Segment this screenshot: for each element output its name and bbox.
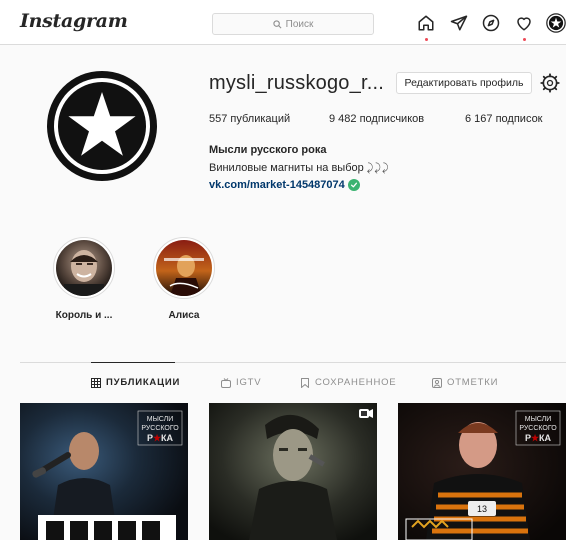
svg-text:РУССКОГО: РУССКОГО — [519, 425, 557, 432]
profile-link[interactable]: vk.com/market-145487074 — [209, 179, 360, 191]
posts-count-stat: 557 публикаций — [209, 113, 290, 125]
top-nav-bar: Instagram Поиск — [0, 0, 566, 45]
tagged-user-icon — [432, 377, 442, 388]
post-thumbnail[interactable] — [209, 403, 377, 540]
bookmark-icon — [301, 377, 309, 388]
active-tab-indicator — [91, 362, 175, 363]
tab-igtv-label: IGTV — [236, 377, 262, 388]
highlight-cover-ring — [153, 237, 215, 299]
following-stat[interactable]: 6 167 подписок — [465, 113, 543, 125]
highlight-cover-image — [56, 240, 112, 296]
svg-text:МЫСЛИ: МЫСЛИ — [525, 416, 551, 423]
profile-link-text[interactable]: vk.com/market-145487074 — [209, 179, 345, 191]
tab-posts-label: ПУБЛИКАЦИИ — [106, 377, 181, 388]
following-count: 6 167 — [465, 113, 493, 125]
story-highlight[interactable]: Король и ... — [51, 237, 117, 321]
explore-icon[interactable] — [481, 13, 501, 33]
highlight-label: Алиса — [168, 310, 200, 321]
post-thumbnail[interactable]: МЫСЛИ РУССКОГО Р★КА — [20, 403, 188, 540]
search-input[interactable]: Поиск — [212, 13, 374, 35]
following-label: подписок — [495, 113, 543, 125]
followers-label: подписчиков — [359, 113, 425, 125]
home-notification-dot — [425, 38, 428, 41]
highlight-cover-image — [156, 240, 212, 296]
highlight-cover-ring — [53, 237, 115, 299]
profile-avatar[interactable] — [46, 70, 158, 182]
profile-avatar-icon[interactable] — [546, 13, 566, 33]
activity-notification-dot — [523, 38, 526, 41]
search-icon — [273, 19, 282, 29]
settings-gear-icon[interactable] — [540, 73, 560, 93]
svg-text:РУССКОГО: РУССКОГО — [141, 425, 179, 432]
instagram-profile-page: { "nav": { "logo": "Instagram", "search_… — [0, 0, 566, 540]
activity-icon[interactable] — [514, 13, 534, 33]
posts-label: публикаций — [230, 113, 291, 125]
profile-username: mysli_russkogo_r... — [209, 72, 384, 94]
followers-stat[interactable]: 9 482 подписчиков — [329, 113, 424, 125]
tab-posts[interactable]: ПУБЛИКАЦИИ — [91, 377, 180, 388]
edit-profile-button[interactable]: Редактировать профиль — [396, 72, 532, 94]
profile-bio: Виниловые магниты на выбор ⤸⤸⤸ — [209, 162, 390, 175]
tab-igtv[interactable]: IGTV — [221, 377, 261, 388]
tab-saved[interactable]: СОХРАНЕННОЕ — [300, 377, 396, 388]
home-icon[interactable] — [416, 13, 436, 33]
tab-tagged-label: ОТМЕТКИ — [447, 377, 499, 388]
rope-emoji-icon: ⤸⤸⤸ — [366, 162, 390, 174]
followers-count: 9 482 — [329, 113, 357, 125]
svg-text:13: 13 — [477, 504, 487, 514]
story-highlight[interactable]: Алиса — [151, 237, 217, 321]
svg-text:Р★КА: Р★КА — [147, 433, 174, 443]
igtv-icon — [221, 377, 231, 388]
video-icon — [359, 409, 373, 418]
svg-text:Р★КА: Р★КА — [525, 433, 552, 443]
tab-tagged[interactable]: ОТМЕТКИ — [432, 377, 498, 388]
direct-icon[interactable] — [449, 13, 469, 33]
post-thumbnail[interactable]: 13 МЫСЛИ РУССКОГО Р★КА — [398, 403, 566, 540]
profile-full-name: Мысли русского рока — [209, 144, 327, 156]
highlight-label: Король и ... — [55, 310, 113, 321]
posts-count: 557 — [209, 113, 228, 125]
svg-text:МЫСЛИ: МЫСЛИ — [147, 416, 173, 423]
verified-check-icon — [347, 179, 360, 191]
tab-saved-label: СОХРАНЕННОЕ — [315, 377, 397, 388]
search-placeholder: Поиск — [285, 18, 314, 30]
grid-icon — [91, 377, 101, 388]
bio-text: Виниловые магниты на выбор — [209, 162, 364, 174]
instagram-logo[interactable]: Instagram — [20, 10, 128, 32]
